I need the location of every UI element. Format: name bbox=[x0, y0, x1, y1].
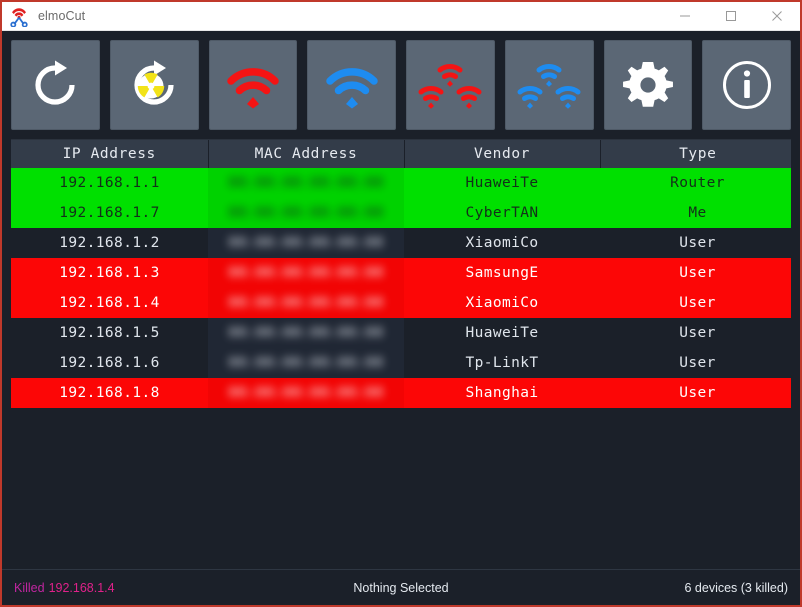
close-button[interactable] bbox=[754, 2, 800, 30]
gear-icon bbox=[622, 62, 673, 107]
window-title: elmoCut bbox=[38, 9, 86, 23]
cell-vendor[interactable]: Shanghai bbox=[404, 378, 600, 408]
cell-mac-redacted: 00:00:00:00:00:00 bbox=[228, 295, 384, 311]
table-row[interactable]: 192.168.1.7 00:00:00:00:00:00 CyberTAN Me bbox=[11, 198, 791, 228]
cell-mac[interactable]: 00:00:00:00:00:00 bbox=[208, 378, 404, 408]
minimize-button[interactable] bbox=[662, 2, 708, 30]
wifi-multi-blue-icon bbox=[517, 64, 581, 109]
cell-type[interactable]: User bbox=[600, 348, 791, 378]
refresh-button[interactable] bbox=[11, 40, 100, 130]
cell-mac[interactable]: 00:00:00:00:00:00 bbox=[208, 258, 404, 288]
force-refresh-button[interactable] bbox=[109, 40, 199, 130]
wifi-blue-icon bbox=[325, 68, 378, 109]
cell-mac-redacted: 00:00:00:00:00:00 bbox=[228, 175, 384, 191]
cell-type[interactable]: User bbox=[600, 288, 791, 318]
settings-button[interactable] bbox=[603, 40, 693, 130]
status-killed-ip: 192.168.1.4 bbox=[48, 580, 115, 595]
refresh-icon bbox=[35, 60, 75, 105]
cell-vendor[interactable]: HuaweiTe bbox=[404, 318, 600, 348]
cell-ip[interactable]: 192.168.1.1 bbox=[11, 168, 208, 198]
app-window: elmoCut IP Address MAC Address Vendor Ty… bbox=[0, 0, 802, 607]
cell-type[interactable]: User bbox=[600, 378, 791, 408]
table-row[interactable]: 192.168.1.3 00:00:00:00:00:00 SamsungE User bbox=[11, 258, 791, 288]
devices-table-container[interactable]: IP Address MAC Address Vendor Type 192.1… bbox=[11, 139, 791, 569]
column-header-mac[interactable]: MAC Address bbox=[208, 140, 405, 168]
cell-type[interactable]: Me bbox=[600, 198, 791, 228]
cell-ip[interactable]: 192.168.1.3 bbox=[11, 258, 208, 288]
cell-vendor[interactable]: XiaomiCo bbox=[404, 228, 600, 258]
title-bar: elmoCut bbox=[2, 0, 800, 31]
close-icon bbox=[772, 11, 782, 21]
cell-vendor[interactable]: XiaomiCo bbox=[404, 288, 600, 318]
unkill-button[interactable] bbox=[307, 40, 396, 130]
cell-ip[interactable]: 192.168.1.5 bbox=[11, 318, 208, 348]
cell-mac-redacted: 00:00:00:00:00:00 bbox=[228, 205, 384, 221]
cell-ip[interactable]: 192.168.1.6 bbox=[11, 348, 208, 378]
table-row[interactable]: 192.168.1.2 00:00:00:00:00:00 XiaomiCo User bbox=[11, 228, 791, 258]
about-button[interactable] bbox=[702, 40, 791, 130]
cell-vendor[interactable]: SamsungE bbox=[404, 258, 600, 288]
minimize-icon bbox=[680, 15, 690, 17]
nuclear-refresh-icon bbox=[134, 60, 174, 105]
toolbar bbox=[2, 31, 800, 139]
cell-mac[interactable]: 00:00:00:00:00:00 bbox=[208, 168, 404, 198]
cell-ip[interactable]: 192.168.1.7 bbox=[11, 198, 208, 228]
cell-type[interactable]: User bbox=[600, 318, 791, 348]
cell-ip[interactable]: 192.168.1.8 bbox=[11, 378, 208, 408]
cell-mac[interactable]: 00:00:00:00:00:00 bbox=[208, 288, 404, 318]
status-last-action: Killed 192.168.1.4 bbox=[14, 581, 272, 595]
cell-mac-redacted: 00:00:00:00:00:00 bbox=[228, 355, 384, 371]
column-header-vendor[interactable]: Vendor bbox=[404, 140, 601, 168]
cell-mac-redacted: 00:00:00:00:00:00 bbox=[228, 235, 384, 251]
status-bar: Killed 192.168.1.4 Nothing Selected 6 dev… bbox=[2, 569, 800, 605]
cell-mac-redacted: 00:00:00:00:00:00 bbox=[228, 325, 384, 341]
kill-all-button[interactable] bbox=[406, 40, 495, 130]
cell-vendor[interactable]: Tp-LinkT bbox=[404, 348, 600, 378]
wifi-red-icon bbox=[227, 68, 279, 109]
unkill-all-button[interactable] bbox=[504, 40, 594, 130]
table-row[interactable]: 192.168.1.8 00:00:00:00:00:00 Shanghai User bbox=[11, 378, 791, 408]
cell-type[interactable]: Router bbox=[600, 168, 791, 198]
status-device-count: 6 devices (3 killed) bbox=[684, 580, 788, 595]
cell-ip[interactable]: 192.168.1.2 bbox=[11, 228, 208, 258]
table-row[interactable]: 192.168.1.6 00:00:00:00:00:00 Tp-LinkT User bbox=[11, 348, 791, 378]
maximize-button[interactable] bbox=[708, 2, 754, 30]
cell-mac[interactable]: 00:00:00:00:00:00 bbox=[208, 228, 404, 258]
elmocut-scissors-wifi-icon bbox=[8, 5, 30, 28]
cell-type[interactable]: User bbox=[600, 258, 791, 288]
cell-type[interactable]: User bbox=[600, 228, 791, 258]
cell-vendor[interactable]: CyberTAN bbox=[404, 198, 600, 228]
cell-mac[interactable]: 00:00:00:00:00:00 bbox=[208, 318, 404, 348]
column-header-type[interactable]: Type bbox=[600, 140, 791, 168]
maximize-icon bbox=[726, 11, 736, 21]
table-header: IP Address MAC Address Vendor Type bbox=[11, 140, 791, 168]
window-controls bbox=[662, 2, 800, 30]
status-selection: Nothing Selected bbox=[353, 580, 449, 595]
cell-mac[interactable]: 00:00:00:00:00:00 bbox=[208, 348, 404, 378]
cell-vendor[interactable]: HuaweiTe bbox=[404, 168, 600, 198]
status-killed-keyword: Killed bbox=[14, 580, 45, 595]
cell-mac[interactable]: 00:00:00:00:00:00 bbox=[208, 198, 404, 228]
table-body: 192.168.1.1 00:00:00:00:00:00 HuaweiTe Rout… bbox=[11, 168, 791, 408]
wifi-multi-red-icon bbox=[418, 64, 482, 109]
cell-mac-redacted: 00:00:00:00:00:00 bbox=[228, 385, 384, 401]
devices-table: IP Address MAC Address Vendor Type 192.1… bbox=[11, 140, 791, 408]
info-icon bbox=[722, 61, 771, 109]
table-row[interactable]: 192.168.1.5 00:00:00:00:00:00 HuaweiTe User bbox=[11, 318, 791, 348]
table-header-row: IP Address MAC Address Vendor Type bbox=[11, 140, 791, 168]
kill-button[interactable] bbox=[208, 40, 298, 130]
cell-ip[interactable]: 192.168.1.4 bbox=[11, 288, 208, 318]
table-row[interactable]: 192.168.1.4 00:00:00:00:00:00 XiaomiCo User bbox=[11, 288, 791, 318]
column-header-ip[interactable]: IP Address bbox=[11, 140, 209, 168]
table-row[interactable]: 192.168.1.1 00:00:00:00:00:00 HuaweiTe Rout… bbox=[11, 168, 791, 198]
cell-mac-redacted: 00:00:00:00:00:00 bbox=[228, 265, 384, 281]
